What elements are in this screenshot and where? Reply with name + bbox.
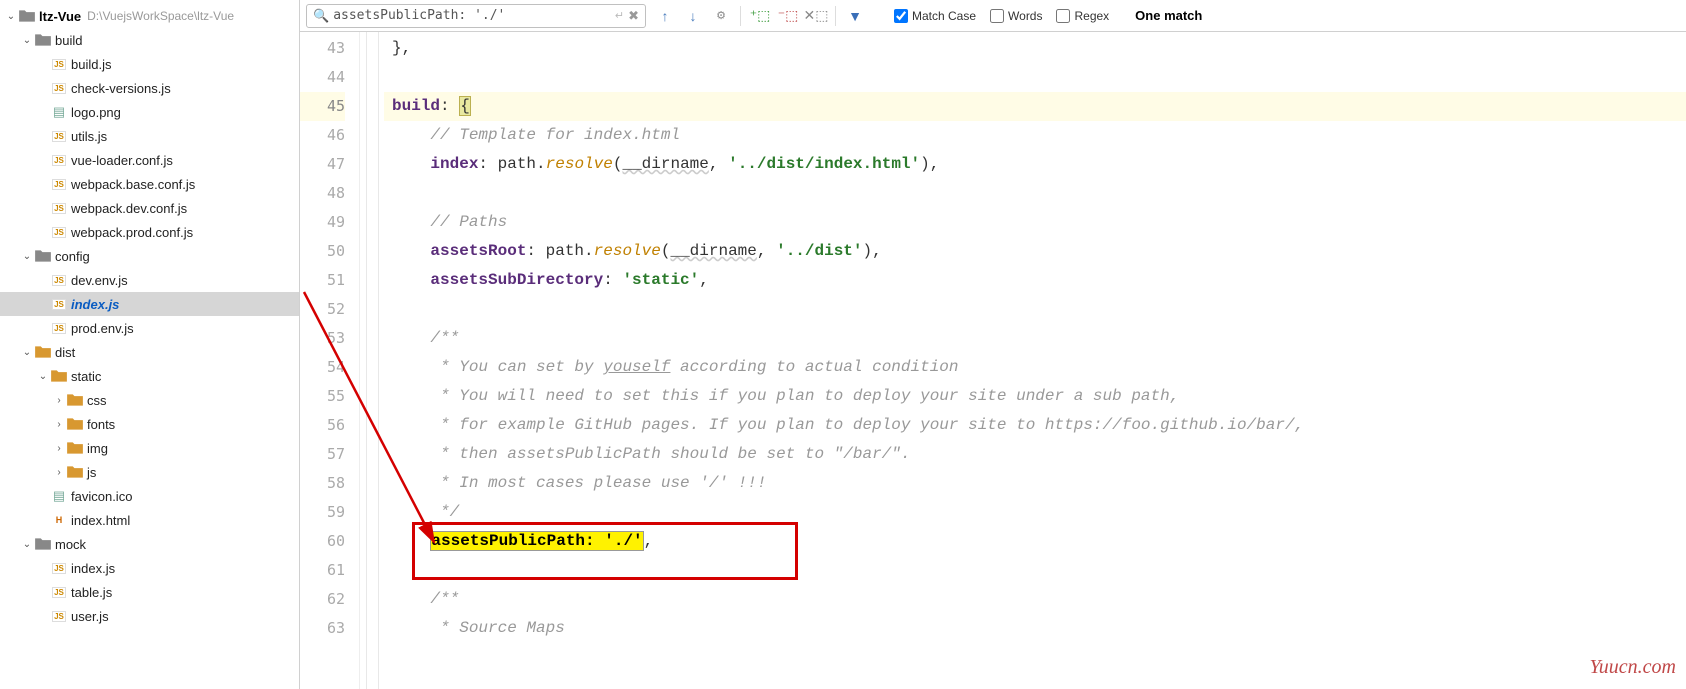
tree-item-img[interactable]: ›img [0, 436, 299, 460]
tree-item-table.js[interactable]: JStable.js [0, 580, 299, 604]
tree-item-dist[interactable]: ⌄dist [0, 340, 299, 364]
search-toolbar: 🔍 ↵ ✖ ↑ ↓ ⚙ ⁺⬚ ⁻⬚ ✕⬚ ▼ Match Case Words … [300, 0, 1686, 32]
tree-item-index.html[interactable]: Hindex.html [0, 508, 299, 532]
match-case-checkbox[interactable]: Match Case [894, 9, 976, 23]
tree-item-css[interactable]: ›css [0, 388, 299, 412]
words-checkbox[interactable]: Words [990, 9, 1042, 23]
prev-match-button[interactable]: ↑ [654, 5, 676, 27]
tree-item-vue-loader.conf.js[interactable]: JSvue-loader.conf.js [0, 148, 299, 172]
filter-icon[interactable]: ▼ [844, 5, 866, 27]
tree-item-build[interactable]: ⌄build [0, 28, 299, 52]
remove-selection-icon[interactable]: ⁻⬚ [777, 5, 799, 27]
tree-item-static[interactable]: ⌄static [0, 364, 299, 388]
regex-checkbox[interactable]: Regex [1056, 9, 1109, 23]
fold-strip[interactable] [360, 32, 384, 689]
match-options-icon[interactable]: ⚙ [710, 5, 732, 27]
add-selection-icon[interactable]: ⁺⬚ [749, 5, 771, 27]
search-icon: 🔍 [313, 8, 329, 24]
code-editor[interactable]: 4344454647484950515253545556575859606162… [300, 32, 1686, 689]
tree-item-index.js[interactable]: JSindex.js [0, 292, 299, 316]
tree-item-mock[interactable]: ⌄mock [0, 532, 299, 556]
tree-item-js[interactable]: ›js [0, 460, 299, 484]
tree-item-webpack.prod.conf.js[interactable]: JSwebpack.prod.conf.js [0, 220, 299, 244]
tree-item-dev.env.js[interactable]: JSdev.env.js [0, 268, 299, 292]
tree-item-user.js[interactable]: JSuser.js [0, 604, 299, 628]
tree-item-webpack.dev.conf.js[interactable]: JSwebpack.dev.conf.js [0, 196, 299, 220]
tree-item-build.js[interactable]: JSbuild.js [0, 52, 299, 76]
tree-item-index.js[interactable]: JSindex.js [0, 556, 299, 580]
tree-item-webpack.base.conf.js[interactable]: JSwebpack.base.conf.js [0, 172, 299, 196]
tree-item-fonts[interactable]: ›fonts [0, 412, 299, 436]
tree-item-utils.js[interactable]: JSutils.js [0, 124, 299, 148]
tree-item-logo.png[interactable]: ▤logo.png [0, 100, 299, 124]
search-input[interactable] [333, 8, 615, 23]
match-count: One match [1135, 8, 1202, 23]
code-area[interactable]: },build: { // Template for index.html in… [384, 32, 1686, 689]
line-gutter: 4344454647484950515253545556575859606162… [300, 32, 360, 689]
select-all-icon[interactable]: ✕⬚ [805, 5, 827, 27]
tree-item-check-versions.js[interactable]: JScheck-versions.js [0, 76, 299, 100]
clear-search-icon[interactable]: ✖ [628, 8, 639, 24]
search-input-box[interactable]: 🔍 ↵ ✖ [306, 4, 646, 28]
watermark: Yuucn.com [1590, 656, 1676, 679]
project-tree[interactable]: ⌄ltz-VueD:\VuejsWorkSpace\ltz-Vue ⌄build… [0, 0, 300, 689]
tree-item-favicon.ico[interactable]: ▤favicon.ico [0, 484, 299, 508]
tree-item-prod.env.js[interactable]: JSprod.env.js [0, 316, 299, 340]
next-match-button[interactable]: ↓ [682, 5, 704, 27]
tree-item-config[interactable]: ⌄config [0, 244, 299, 268]
enter-hint-icon: ↵ [615, 9, 624, 22]
tree-item-ltz-Vue[interactable]: ⌄ltz-VueD:\VuejsWorkSpace\ltz-Vue [0, 4, 299, 28]
